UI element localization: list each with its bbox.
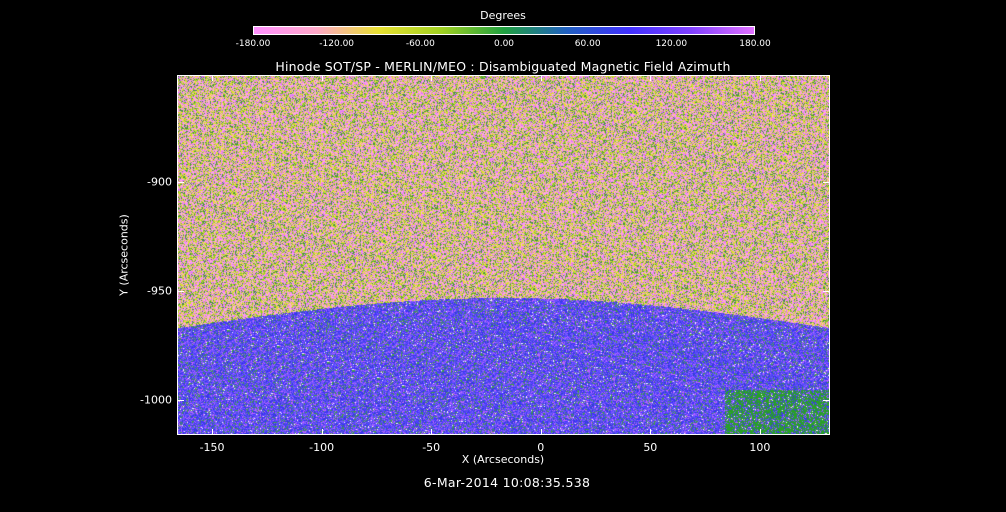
x-tick-mark [212, 75, 214, 81]
plot-title: Hinode SOT/SP - MERLIN/MEO : Disambiguat… [275, 59, 731, 74]
x-tick-mark [321, 429, 323, 435]
x-tick-mark [759, 75, 761, 81]
colorbar-tick-label: -180.00 [235, 39, 271, 49]
x-tick-mark [212, 429, 214, 435]
y-tick-mark [823, 400, 830, 402]
colorbar-tick-label: -120.00 [319, 39, 355, 49]
y-tick-mark [823, 181, 830, 183]
x-axis-label: X (Arcseconds) [461, 453, 545, 466]
y-tick-label: -900 [147, 175, 172, 189]
azimuth-map [177, 75, 830, 435]
y-tick-mark [177, 181, 184, 183]
y-tick-mark [177, 400, 184, 402]
x-tick-mark [431, 75, 433, 81]
x-tick-mark [650, 429, 652, 435]
colorbar [253, 26, 755, 35]
y-tick-label: -1000 [140, 393, 172, 407]
colorbar-tick-label: -60.00 [405, 39, 435, 49]
y-tick-label: -950 [147, 284, 172, 298]
x-tick-mark [650, 75, 652, 81]
x-tick-label: -100 [309, 441, 335, 454]
x-tick-label: 0 [537, 441, 545, 454]
x-tick-mark [431, 429, 433, 435]
x-tick-mark [540, 75, 542, 81]
y-tick-mark [177, 291, 184, 292]
x-tick-mark [759, 429, 761, 435]
x-tick-mark [321, 75, 323, 81]
colorbar-title: Degrees [480, 9, 526, 22]
colorbar-tick-label: 180.00 [739, 39, 771, 49]
x-tick-label: -150 [199, 441, 225, 454]
colorbar-tick-label: 0.00 [493, 39, 515, 49]
y-tick-mark [823, 291, 830, 292]
colorbar-tick-label: 60.00 [574, 39, 601, 49]
x-tick-label: -50 [422, 441, 441, 454]
x-tick-label: 100 [749, 441, 771, 454]
timestamp: 6-Mar-2014 10:08:35.538 [423, 475, 591, 490]
azimuth-image [178, 76, 829, 434]
colorbar-tick-label: 120.00 [655, 39, 688, 49]
x-tick-mark [540, 429, 542, 435]
x-tick-label: 50 [643, 441, 658, 454]
